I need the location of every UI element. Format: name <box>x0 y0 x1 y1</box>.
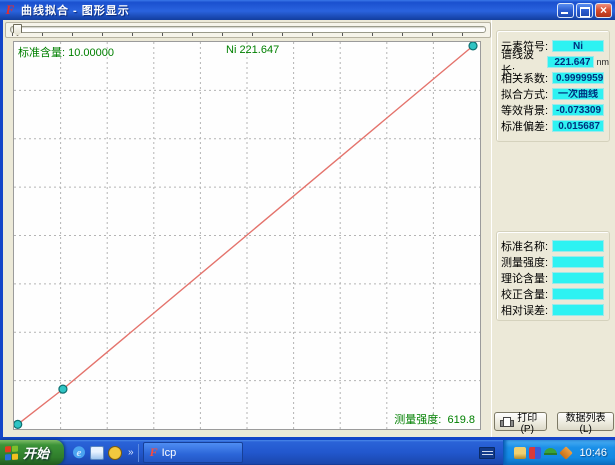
tray-icon[interactable] <box>529 447 541 459</box>
calibration-chart[interactable]: 标准含量: 10.00000 Ni 221.647 测量强度: 619.8 <box>13 41 481 430</box>
field-label: 等效背景: <box>501 102 552 118</box>
print-button-label: 打印(P) <box>513 409 541 435</box>
results-panel: 元素符号: Ni 谱线波长: 221.647 nm 相关系数: 0.999995… <box>491 20 615 437</box>
data-list-button[interactable]: 数据列表(L) <box>557 412 614 431</box>
close-button[interactable] <box>595 3 612 18</box>
icp-app-icon: F <box>150 445 158 460</box>
field-label: 相对误差: <box>501 302 552 318</box>
field-label: 相关系数: <box>501 70 552 86</box>
field-standard-deviation: 标准偏差: 0.015687 <box>501 119 609 132</box>
app-window: F 曲线拟合 - 图形显示 标准含量: 10.00000 Ni 221.647 … <box>0 0 615 440</box>
element-symbol-value: Ni <box>552 40 604 52</box>
element-line-annotation: Ni 221.647 <box>226 44 279 56</box>
measured-intensity-value <box>552 256 604 268</box>
app-icon: F <box>3 3 17 17</box>
standard-content-annotation: 标准含量: 10.00000 <box>18 44 114 60</box>
field-suffix: nm <box>596 57 609 67</box>
field-label: 理论含量: <box>501 270 552 286</box>
field-label: 拟合方式: <box>501 86 552 102</box>
quick-launch-overflow-chevron[interactable]: » <box>128 447 134 458</box>
window-title: 曲线拟合 - 图形显示 <box>21 2 557 18</box>
field-fit-mode: 拟合方式: 一次曲线 <box>501 87 609 100</box>
fit-mode-value: 一次曲线 <box>552 88 604 100</box>
correlation-value: 0.99999594 <box>552 72 604 84</box>
field-label: 校正含量: <box>501 286 552 302</box>
tray-icon[interactable] <box>560 446 574 460</box>
field-relative-error: 相对误差: <box>501 303 609 316</box>
shield-icon[interactable] <box>108 446 122 460</box>
scale-trackbar[interactable] <box>5 22 491 38</box>
standard-deviation-value: 0.015687 <box>552 120 604 132</box>
sample-group: 标准名称: 测量强度: 理论含量: 校正含量: 相对误差: <box>496 231 610 321</box>
start-button-label: 开始 <box>23 443 49 462</box>
relative-error-value <box>552 304 604 316</box>
taskbar-item-label: Icp <box>162 447 177 459</box>
field-label: 标准名称: <box>501 238 552 254</box>
trackbar-ticks <box>12 33 486 36</box>
minimize-button[interactable] <box>557 3 574 18</box>
field-label: 标准偏差: <box>501 118 552 134</box>
show-desktop-icon[interactable] <box>90 446 104 460</box>
field-standard-name: 标准名称: <box>501 239 609 252</box>
data-list-button-label: 数据列表(L) <box>563 409 608 435</box>
field-theoretical-content: 理论含量: <box>501 271 609 284</box>
windows-logo-icon <box>5 445 19 460</box>
field-measured-intensity: 测量强度: <box>501 255 609 268</box>
taskbar-divider <box>138 444 139 462</box>
internet-explorer-icon[interactable]: e <box>72 446 86 460</box>
field-correlation: 相关系数: 0.99999594 <box>501 71 609 84</box>
equivalent-background-value: -0.073309 <box>552 104 604 116</box>
theoretical-content-value <box>552 272 604 284</box>
desktop: F 曲线拟合 - 图形显示 标准含量: 10.00000 Ni 221.647 … <box>0 0 615 465</box>
taskbar-clock[interactable]: 10:46 <box>579 447 607 459</box>
titlebar[interactable]: F 曲线拟合 - 图形显示 <box>0 0 615 20</box>
wavelength-value: 221.647 <box>547 56 595 68</box>
tray-umbrella-icon[interactable] <box>544 448 557 455</box>
field-equivalent-background: 等效背景: -0.073309 <box>501 103 609 116</box>
corrected-content-value <box>552 288 604 300</box>
start-button[interactable]: 开始 <box>0 440 64 465</box>
field-label: 测量强度: <box>501 254 552 270</box>
maximize-button[interactable] <box>576 3 593 18</box>
measured-intensity-annotation: 测量强度: 619.8 <box>394 411 475 427</box>
language-bar-icon[interactable] <box>479 447 495 459</box>
quick-launch: e » <box>72 446 134 460</box>
printer-icon <box>500 417 510 427</box>
tray-icon[interactable] <box>514 447 526 459</box>
standard-name-value <box>552 240 604 252</box>
field-wavelength: 谱线波长: 221.647 nm <box>501 55 609 68</box>
print-button[interactable]: 打印(P) <box>494 412 547 431</box>
taskbar-item-icp[interactable]: F Icp <box>143 442 243 463</box>
taskbar: 开始 e » F Icp 10:46 <box>0 440 615 465</box>
chart-canvas <box>14 42 480 429</box>
system-tray: 10:46 <box>503 440 615 465</box>
trackbar-groove <box>10 26 486 33</box>
field-corrected-content: 校正含量: <box>501 287 609 300</box>
fit-results-group: 元素符号: Ni 谱线波长: 221.647 nm 相关系数: 0.999995… <box>496 30 610 142</box>
